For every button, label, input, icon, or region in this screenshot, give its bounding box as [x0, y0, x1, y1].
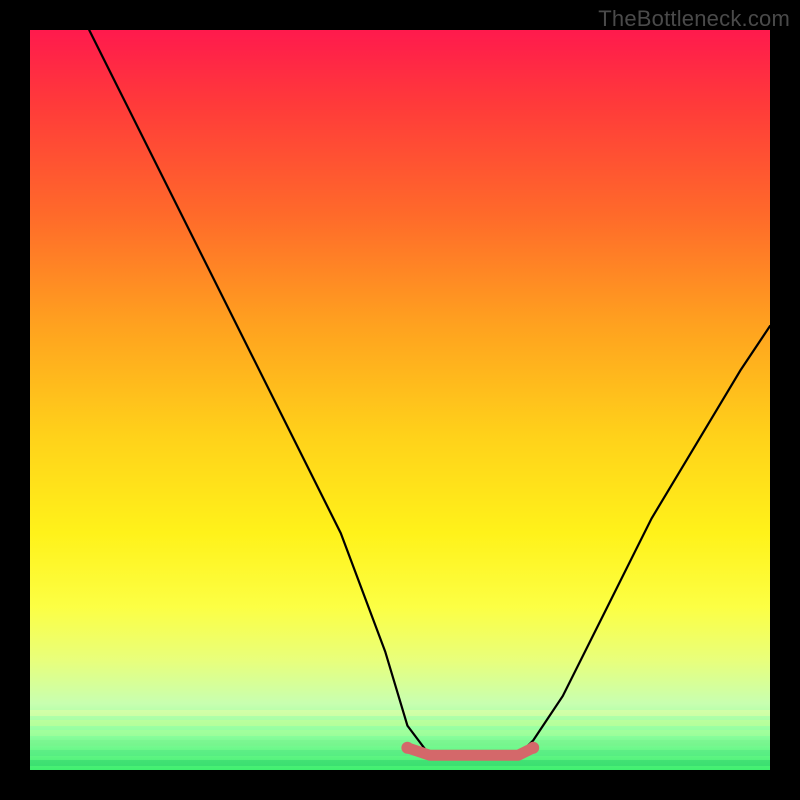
flat-bottom-marker	[407, 748, 533, 755]
chart-svg	[30, 30, 770, 770]
watermark-text: TheBottleneck.com	[598, 6, 790, 32]
bottleneck-curve	[89, 30, 770, 755]
chart-frame: TheBottleneck.com	[0, 0, 800, 800]
marker-dot-right	[527, 742, 539, 754]
marker-dot-left	[401, 742, 413, 754]
